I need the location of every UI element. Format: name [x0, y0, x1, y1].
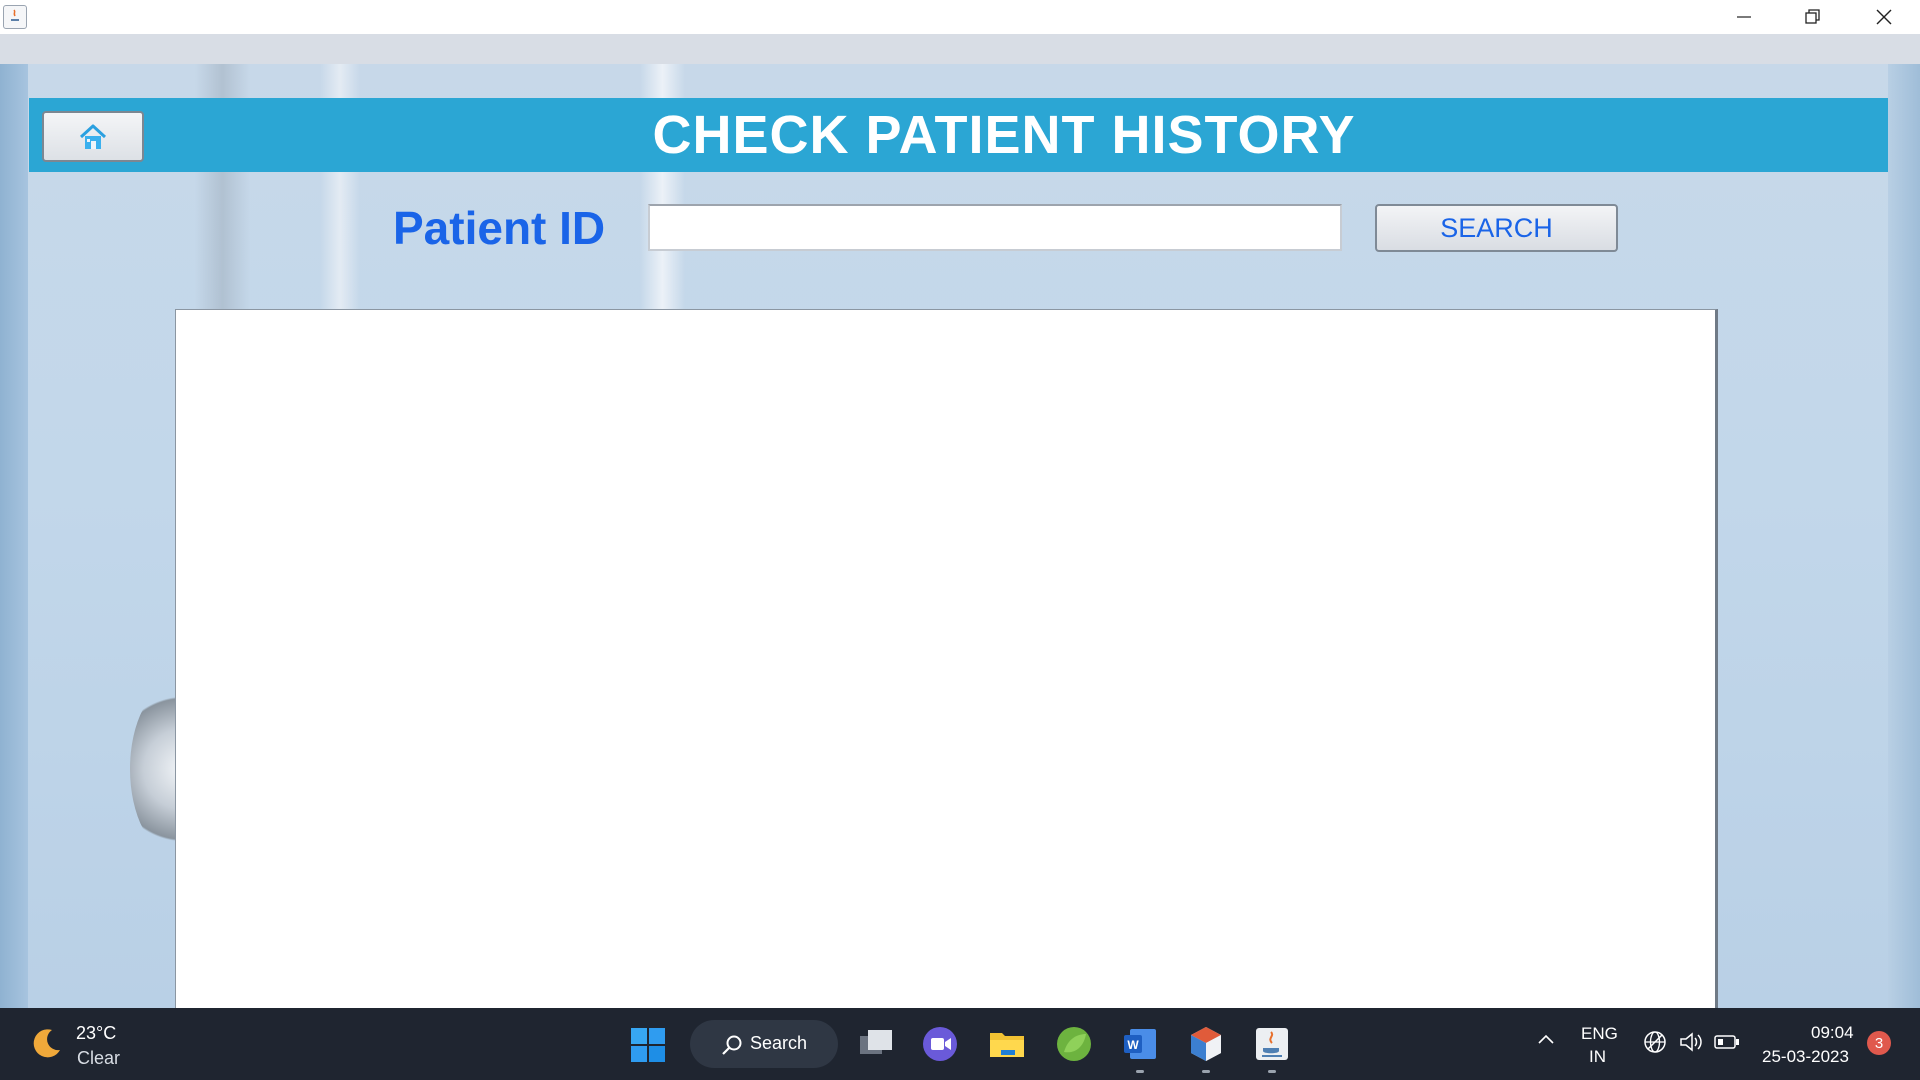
close-button[interactable] [1849, 0, 1919, 34]
search-icon [722, 1035, 742, 1055]
language-region[interactable]: IN [1589, 1047, 1606, 1067]
netbeans-icon[interactable] [1186, 1024, 1226, 1064]
window-titlebar [0, 0, 1920, 34]
patient-history-area[interactable] [175, 309, 1718, 1008]
taskbar-search-label: Search [750, 1033, 808, 1053]
chevron-up-icon[interactable] [1536, 1032, 1556, 1046]
teams-meet-icon[interactable] [920, 1024, 960, 1064]
patient-id-input[interactable] [648, 204, 1342, 251]
network-icon[interactable] [1643, 1030, 1667, 1054]
taskbar: 23°C Clear Search W ENG IN 09:04 25-03-2… [0, 1008, 1920, 1080]
notification-badge[interactable]: 3 [1867, 1031, 1891, 1055]
search-button[interactable]: SEARCH [1375, 204, 1618, 252]
close-icon [1876, 9, 1892, 25]
patient-id-label: Patient ID [393, 202, 606, 254]
word-icon[interactable]: W [1120, 1024, 1160, 1064]
language-indicator[interactable]: ENG [1581, 1024, 1618, 1044]
java-app-icon[interactable] [3, 5, 27, 29]
restore-button[interactable] [1778, 0, 1848, 34]
running-indicator [1136, 1070, 1144, 1073]
running-indicator [1268, 1070, 1276, 1073]
moon-icon[interactable] [30, 1026, 64, 1060]
java-icon[interactable] [1252, 1024, 1292, 1064]
task-view-icon[interactable] [856, 1024, 896, 1064]
minimize-button[interactable] [1709, 0, 1779, 34]
taskbar-search[interactable]: Search [690, 1020, 838, 1068]
battery-icon[interactable] [1714, 1030, 1740, 1054]
file-explorer-icon[interactable] [987, 1024, 1027, 1064]
window-frame-strip [0, 34, 1920, 64]
running-indicator [1202, 1070, 1210, 1073]
background-edge [1888, 64, 1920, 1008]
weather-temperature[interactable]: 23°C [76, 1023, 116, 1044]
background-edge [0, 64, 28, 1008]
spring-tools-icon[interactable] [1054, 1024, 1094, 1064]
app-content: CHECK PATIENT HISTORY Patient ID SEARCH [0, 64, 1920, 1008]
volume-icon[interactable] [1679, 1030, 1705, 1054]
restore-icon [1805, 9, 1820, 24]
clock-date[interactable]: 25-03-2023 [1762, 1047, 1849, 1067]
clock-time[interactable]: 09:04 [1811, 1023, 1854, 1043]
weather-condition[interactable]: Clear [77, 1048, 120, 1069]
page-title: CHECK PATIENT HISTORY [652, 105, 1356, 165]
minimize-icon [1737, 16, 1751, 18]
windows-start-icon[interactable] [630, 1027, 666, 1063]
svg-text:W: W [1127, 1038, 1139, 1052]
